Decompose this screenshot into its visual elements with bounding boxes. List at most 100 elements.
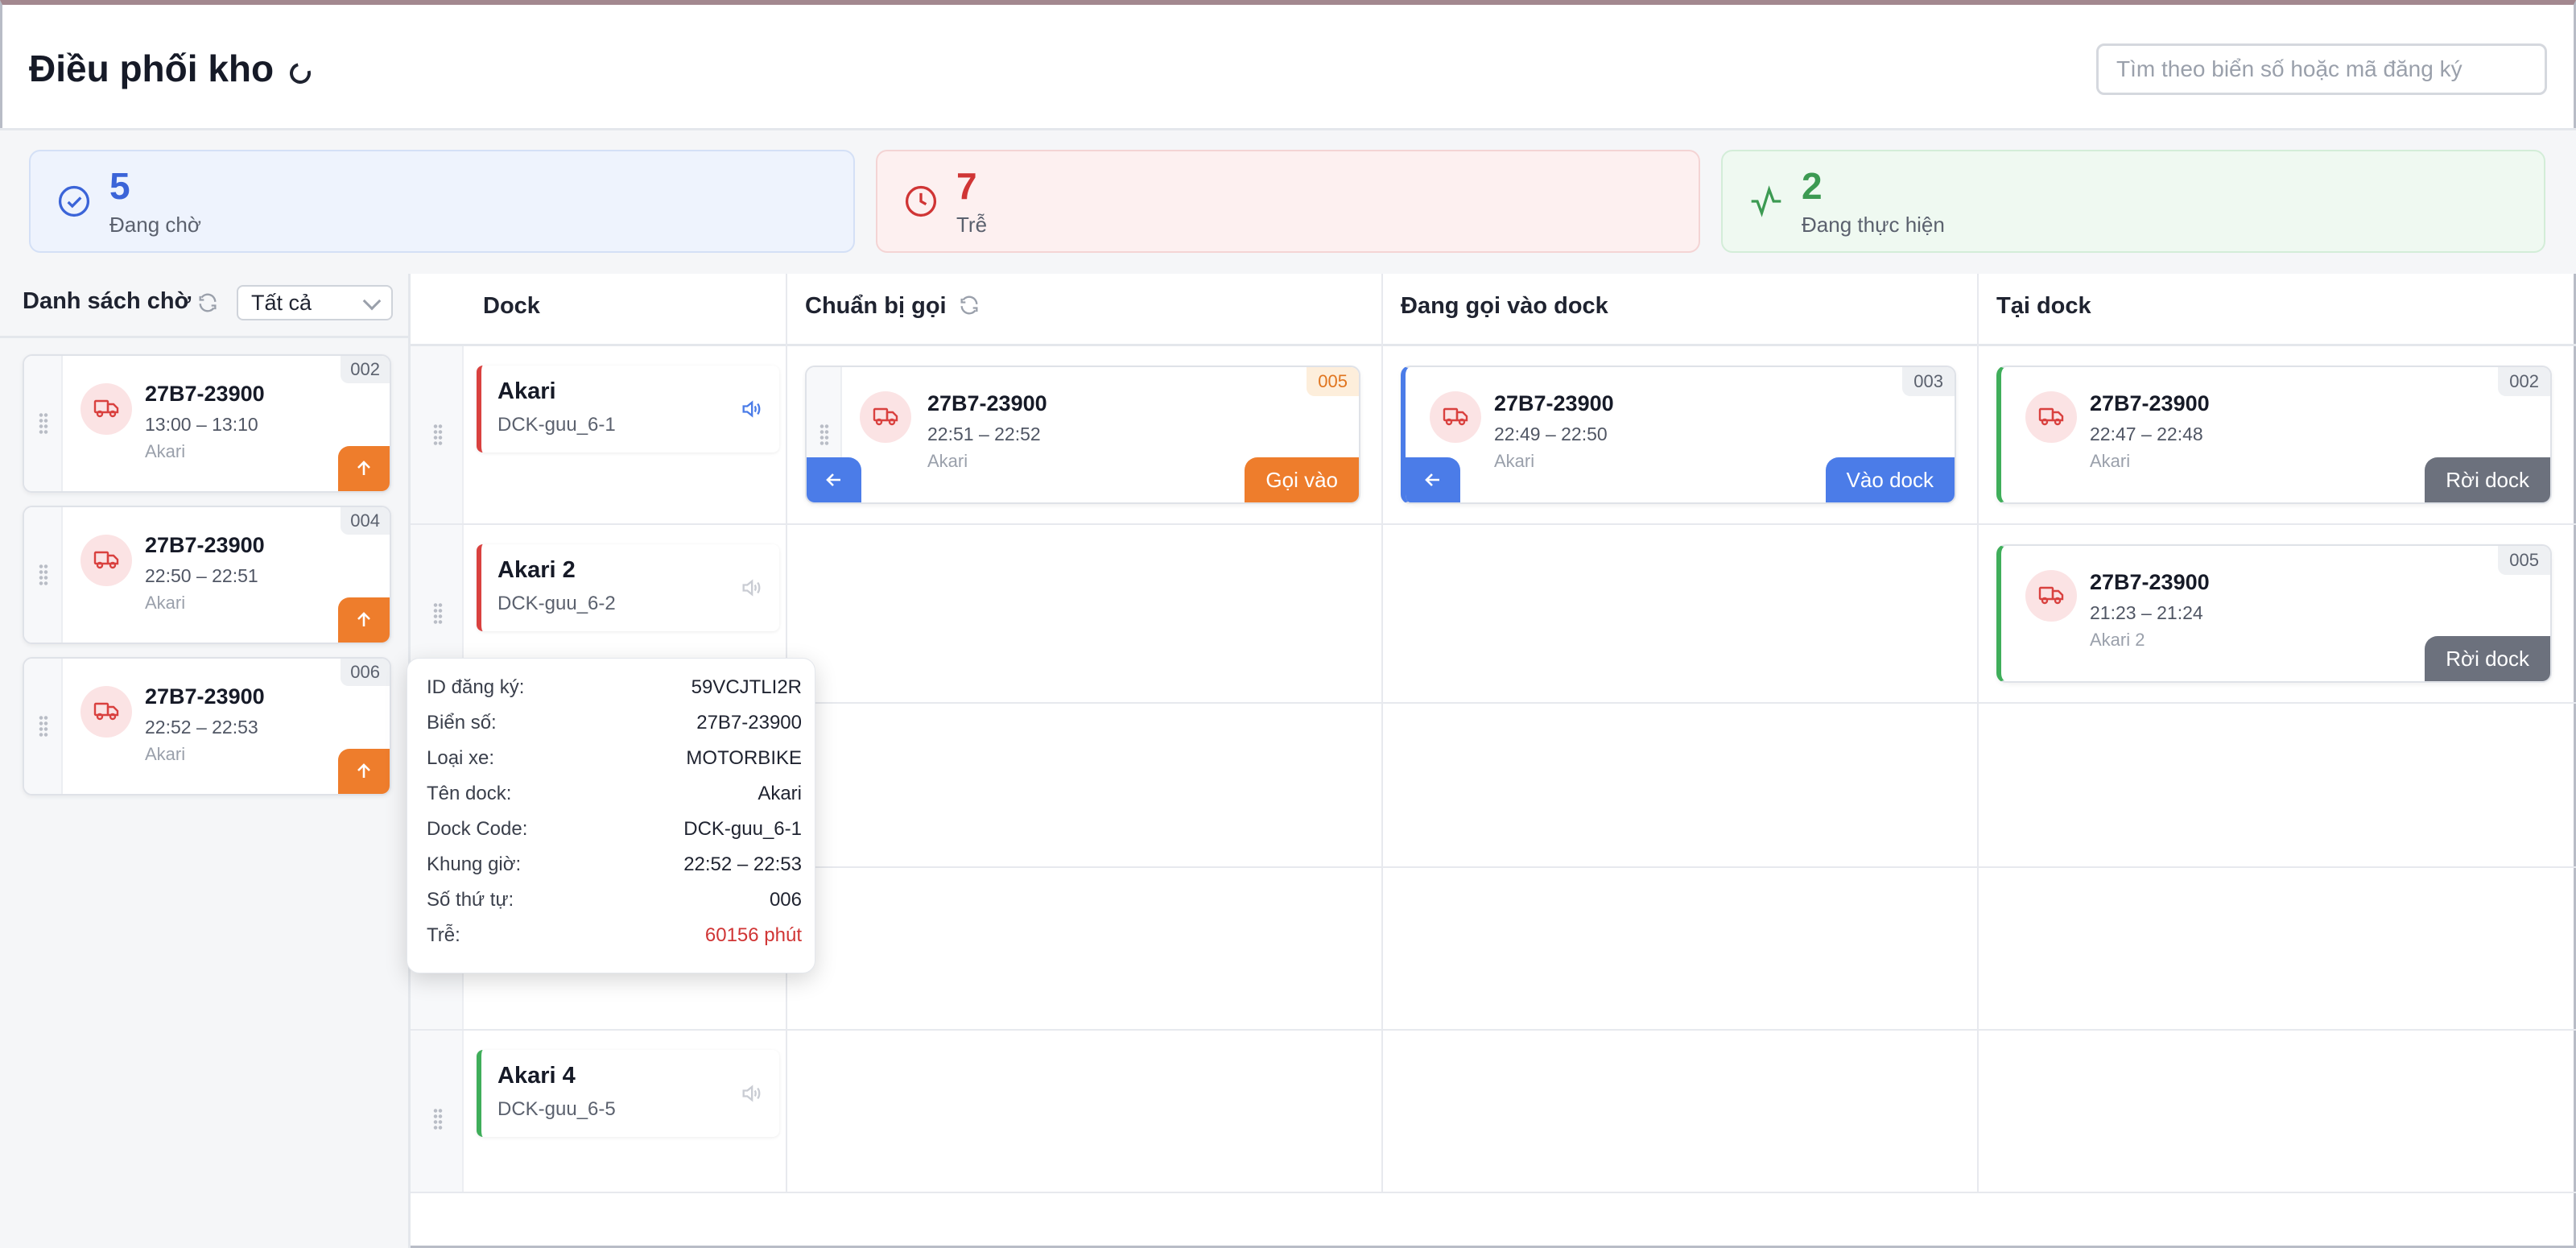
warehouse-name: Akari bbox=[1494, 451, 1535, 471]
truck-icon bbox=[80, 535, 132, 586]
tooltip-value: 27B7-23900 bbox=[696, 712, 802, 734]
check-circle-icon bbox=[58, 185, 90, 217]
tooltip-row: Trễ: 60156 phút bbox=[427, 924, 802, 957]
truck-icon bbox=[80, 383, 132, 435]
call-in-button[interactable]: Gọi vào bbox=[1245, 457, 1359, 502]
warehouse-name: Akari 2 bbox=[2090, 630, 2145, 650]
drag-handle[interactable] bbox=[24, 507, 63, 643]
queue-filter-select[interactable]: Tất cả bbox=[237, 285, 393, 320]
tooltip-row: ID đăng ký: 59VCJTLI2R bbox=[427, 676, 802, 709]
dock-card[interactable]: Akari 4 DCK-guu_6-5 bbox=[477, 1050, 779, 1137]
column-divider bbox=[1381, 274, 1383, 1192]
calling-card[interactable]: 27B7-23900 22:49 – 22:50 Akari 003 Vào d… bbox=[1401, 366, 1956, 504]
page-title: Điều phối kho bbox=[29, 48, 275, 89]
activity-icon bbox=[1751, 185, 1781, 217]
sequence-badge: 002 bbox=[2498, 367, 2550, 396]
truck-icon bbox=[2025, 391, 2077, 443]
warehouse-name: Akari bbox=[2090, 451, 2131, 471]
speaker-icon[interactable] bbox=[739, 398, 763, 420]
arrow-left-icon bbox=[1425, 473, 1439, 486]
time-slot: 21:23 – 21:24 bbox=[2090, 602, 2203, 623]
refresh-icon[interactable] bbox=[958, 294, 980, 316]
tooltip-value: Akari bbox=[758, 783, 802, 804]
stat-label: Đang chờ bbox=[109, 213, 201, 237]
at-dock-card[interactable]: 27B7-23900 21:23 – 21:24 Akari 2 005 Rời… bbox=[1996, 544, 2552, 683]
sequence-badge: 005 bbox=[1307, 367, 1359, 396]
plate-number: 27B7-23900 bbox=[145, 684, 265, 709]
arrow-up-icon bbox=[357, 461, 370, 475]
move-up-button[interactable] bbox=[338, 597, 390, 643]
refresh-icon[interactable] bbox=[196, 291, 219, 314]
tooltip-row: Tên dock: Akari bbox=[427, 783, 802, 815]
plate-number: 27B7-23900 bbox=[1494, 391, 1614, 415]
at-dock-card[interactable]: 27B7-23900 22:47 – 22:48 Akari 002 Rời d… bbox=[1996, 366, 2552, 504]
column-title-dock: Dock bbox=[483, 293, 540, 319]
queue-card[interactable]: 27B7-23900 13:00 – 13:10 Akari 002 bbox=[23, 354, 391, 493]
time-slot: 22:47 – 22:48 bbox=[2090, 424, 2203, 444]
tooltip-value: DCK-guu_6-1 bbox=[683, 818, 802, 840]
drag-handle[interactable] bbox=[24, 356, 63, 491]
dock-code: DCK-guu_6-1 bbox=[497, 414, 616, 436]
tooltip-key: Số thứ tự: bbox=[427, 889, 514, 911]
dock-name: Akari 4 bbox=[497, 1063, 576, 1089]
move-up-button[interactable] bbox=[338, 446, 390, 491]
stat-late: 7 Trễ bbox=[876, 150, 1700, 253]
tooltip-key: Dock Code: bbox=[427, 818, 528, 840]
move-up-button[interactable] bbox=[338, 749, 390, 794]
dock-code: DCK-guu_6-2 bbox=[497, 593, 616, 614]
enter-dock-button[interactable]: Vào dock bbox=[1825, 457, 1955, 502]
truck-icon bbox=[2025, 570, 2077, 622]
row-divider bbox=[411, 1192, 2576, 1193]
speaker-icon[interactable] bbox=[739, 576, 763, 599]
tooltip-row: Dock Code: DCK-guu_6-1 bbox=[427, 818, 802, 850]
column-title-at-dock: Tại dock bbox=[1996, 293, 2091, 319]
arrow-up-icon bbox=[357, 763, 370, 778]
tooltip-row: Biển số: 27B7-23900 bbox=[427, 712, 802, 744]
grip-icon bbox=[819, 424, 829, 446]
grip-icon[interactable] bbox=[433, 1108, 443, 1130]
plate-number: 27B7-23900 bbox=[145, 382, 265, 406]
chevron-down-icon bbox=[362, 291, 382, 311]
move-back-button[interactable] bbox=[1406, 457, 1460, 502]
tooltip-key: ID đăng ký: bbox=[427, 676, 525, 698]
search-input[interactable] bbox=[2096, 43, 2547, 95]
arrow-up-icon bbox=[357, 612, 370, 626]
dock-card[interactable]: Akari DCK-guu_6-1 bbox=[477, 366, 779, 453]
row-divider bbox=[411, 523, 2576, 525]
tooltip-late-value: 60156 phút bbox=[704, 924, 802, 946]
warehouse-name: Akari bbox=[927, 451, 968, 471]
queue-panel: Danh sách chờ Tất cả 27B7-23900 13:00 – … bbox=[0, 274, 411, 1248]
stat-value: 5 bbox=[109, 165, 130, 207]
time-slot: 13:00 – 13:10 bbox=[145, 414, 258, 435]
leave-dock-button[interactable]: Rời dock bbox=[2425, 457, 2550, 502]
prepare-card[interactable]: 27B7-23900 22:51 – 22:52 Akari 005 Gọi v… bbox=[805, 366, 1360, 504]
refresh-icon[interactable] bbox=[286, 59, 315, 88]
warehouse-name: Akari bbox=[145, 744, 186, 764]
grip-icon[interactable] bbox=[433, 424, 443, 446]
stat-label: Trễ bbox=[956, 213, 988, 237]
speaker-icon[interactable] bbox=[739, 1082, 763, 1105]
tooltip-row: Số thứ tự: 006 bbox=[427, 889, 802, 921]
column-title-prepare: Chuẩn bị gọi bbox=[805, 293, 980, 320]
column-divider bbox=[1977, 274, 1979, 1192]
plate-number: 27B7-23900 bbox=[2090, 570, 2210, 594]
tooltip-key: Loại xe: bbox=[427, 747, 495, 769]
queue-title: Danh sách chờ bbox=[23, 288, 192, 314]
tooltip-value: 22:52 – 22:53 bbox=[683, 853, 802, 875]
column-title-calling: Đang gọi vào dock bbox=[1401, 293, 1608, 319]
move-back-button[interactable] bbox=[807, 457, 861, 502]
dock-card[interactable]: Akari 2 DCK-guu_6-2 bbox=[477, 544, 779, 631]
queue-card[interactable]: 27B7-23900 22:52 – 22:53 Akari 006 bbox=[23, 657, 391, 795]
leave-dock-button[interactable]: Rời dock bbox=[2425, 636, 2550, 681]
warehouse-name: Akari bbox=[145, 593, 186, 613]
filter-value: Tất cả bbox=[251, 291, 312, 315]
drag-handle[interactable] bbox=[24, 659, 63, 794]
tooltip-value: 59VCJTLI2R bbox=[691, 676, 802, 698]
sequence-badge: 003 bbox=[1902, 367, 1955, 396]
sequence-badge: 004 bbox=[341, 507, 390, 535]
time-slot: 22:51 – 22:52 bbox=[927, 424, 1041, 444]
queue-header: Danh sách chờ Tất cả bbox=[0, 274, 408, 338]
queue-card[interactable]: 27B7-23900 22:50 – 22:51 Akari 004 bbox=[23, 506, 391, 644]
stat-value: 2 bbox=[1802, 165, 1823, 207]
grip-icon[interactable] bbox=[433, 602, 443, 625]
